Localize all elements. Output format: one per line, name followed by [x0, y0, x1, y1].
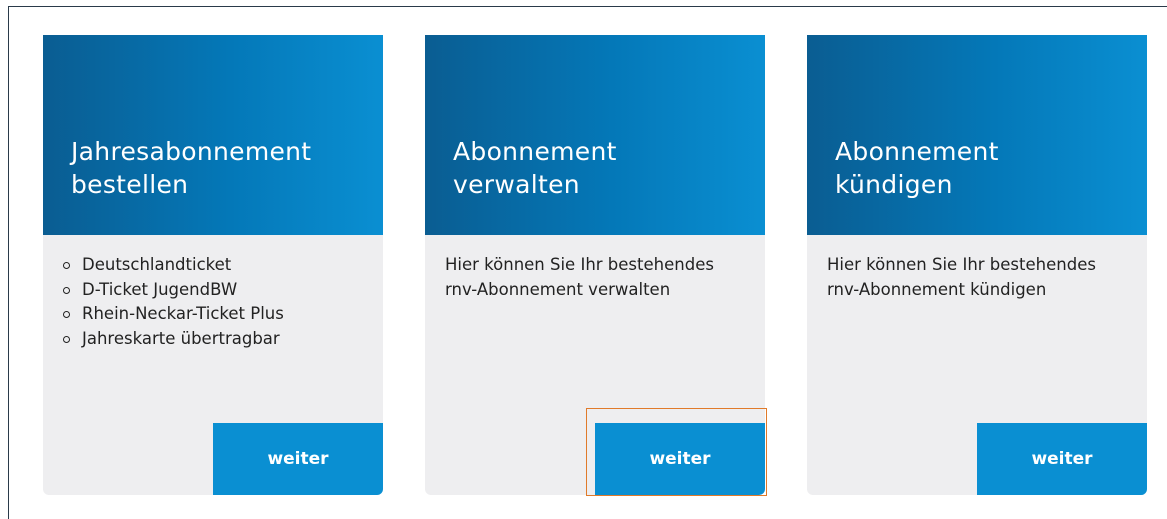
card-body: Deutschlandticket D-Ticket JugendBW Rhei… — [43, 235, 383, 351]
card-description: rnv-Abonnement verwalten — [445, 279, 671, 299]
card-description: rnv-Abonnement kündigen — [827, 279, 1047, 299]
card-title-line: bestellen — [71, 170, 189, 199]
card-body: Hier können Sie Ihr bestehendes rnv-Abon… — [425, 235, 765, 302]
list-item: Deutschlandticket — [63, 253, 363, 278]
card-order-subscription: Jahresabonnement bestellen Deutschlandti… — [43, 35, 383, 495]
card-title: Abonnement verwalten — [453, 135, 753, 201]
card-cancel-subscription: Abonnement kündigen Hier können Sie Ihr … — [807, 35, 1147, 495]
list-item: D-Ticket JugendBW — [63, 278, 363, 303]
weiter-button-order[interactable]: weiter — [213, 423, 383, 495]
card-title-line: Abonnement — [835, 137, 999, 166]
card-header: Abonnement verwalten — [425, 35, 765, 235]
card-header: Jahresabonnement bestellen — [43, 35, 383, 235]
card-description: Hier können Sie Ihr bestehendes — [445, 255, 714, 274]
card-body: Hier können Sie Ihr bestehendes rnv-Abon… — [807, 235, 1147, 302]
card-title-line: Jahresabonnement — [71, 137, 312, 166]
card-manage-subscription: Abonnement verwalten Hier können Sie Ihr… — [425, 35, 765, 495]
list-item: Rhein-Neckar-Ticket Plus — [63, 302, 363, 327]
card-title-line: verwalten — [453, 170, 580, 199]
card-header: Abonnement kündigen — [807, 35, 1147, 235]
card-title-line: kündigen — [835, 170, 953, 199]
list-item: Jahreskarte übertragbar — [63, 327, 363, 352]
card-title: Abonnement kündigen — [835, 135, 1135, 201]
card-title: Jahresabonnement bestellen — [71, 135, 371, 201]
weiter-button-cancel[interactable]: weiter — [977, 423, 1147, 495]
weiter-button-manage[interactable]: weiter — [595, 423, 765, 495]
ticket-list: Deutschlandticket D-Ticket JugendBW Rhei… — [63, 253, 363, 351]
card-description: Hier können Sie Ihr bestehendes — [827, 255, 1096, 274]
card-title-line: Abonnement — [453, 137, 617, 166]
